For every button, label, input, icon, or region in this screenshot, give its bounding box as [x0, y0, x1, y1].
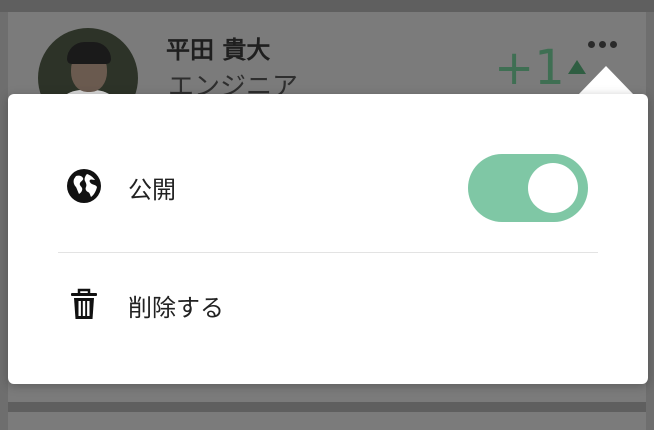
top-strip — [0, 0, 654, 12]
menu-divider — [58, 252, 598, 253]
trash-icon — [71, 288, 97, 319]
more-dot — [610, 40, 617, 48]
card-separator — [8, 402, 646, 412]
more-dot — [588, 40, 595, 48]
menu-item-public[interactable]: 公開 — [8, 136, 648, 236]
more-dot — [599, 40, 606, 48]
menu-item-public-label: 公開 — [128, 176, 176, 204]
menu-item-delete-label: 削除する — [128, 294, 224, 322]
public-toggle[interactable] — [468, 154, 588, 222]
more-options-button[interactable] — [588, 38, 620, 50]
next-profile-card — [8, 412, 646, 430]
menu-item-delete[interactable]: 削除する — [8, 254, 648, 354]
user-name: 平田 貴大 — [166, 36, 271, 64]
score-value: +1 — [494, 40, 565, 96]
globe-icon — [67, 169, 101, 203]
avatar-hair — [67, 42, 111, 64]
public-toggle-knob — [528, 163, 578, 213]
popover-caret — [578, 66, 634, 95]
options-popover: 公開 削除する — [8, 94, 648, 384]
